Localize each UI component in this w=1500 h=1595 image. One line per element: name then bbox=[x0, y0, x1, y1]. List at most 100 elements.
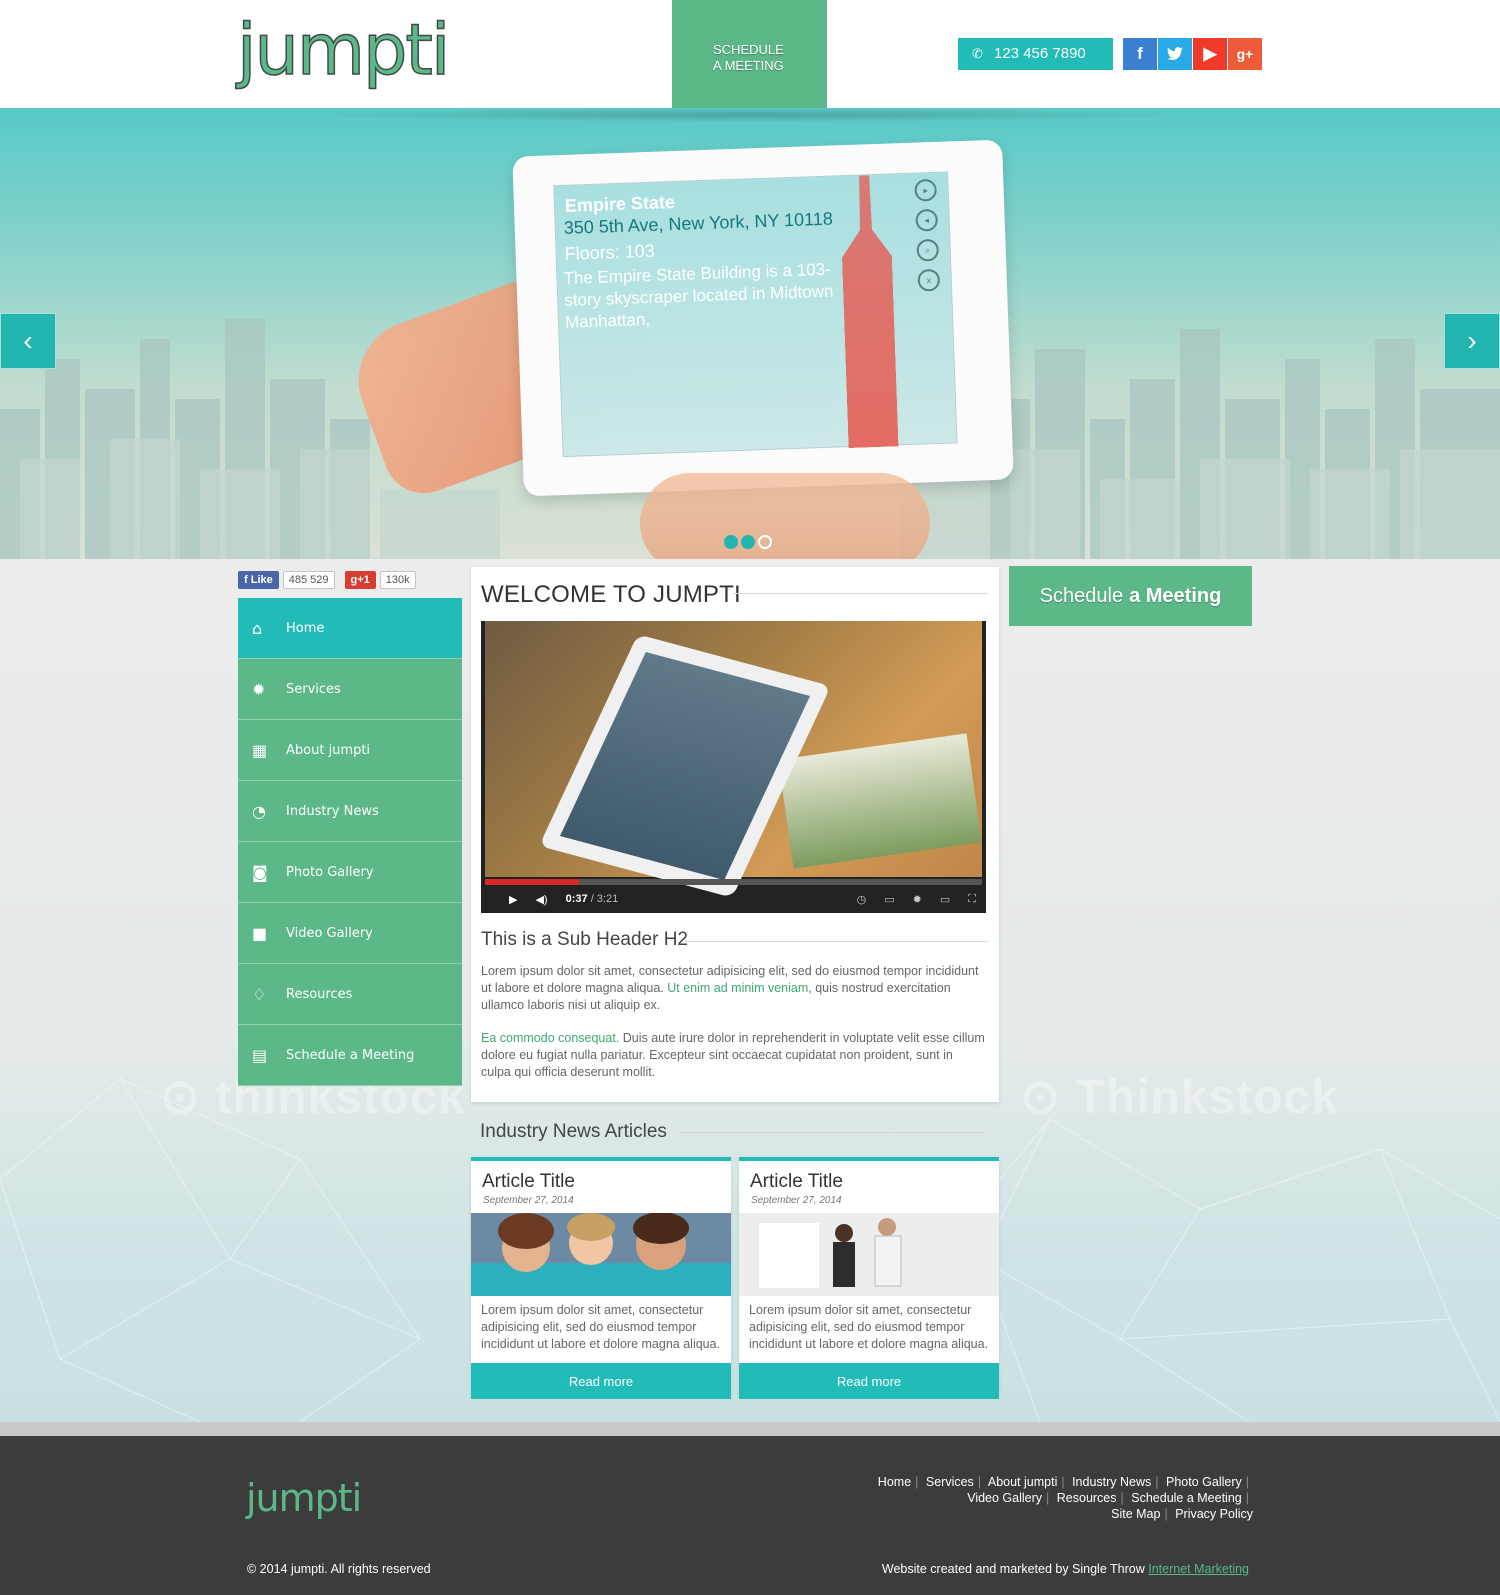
captions-icon[interactable]: ▭ bbox=[884, 893, 894, 906]
sidebar-item-label: Services bbox=[286, 681, 341, 697]
sidebar-item-label: Home bbox=[286, 620, 325, 636]
footer-link-industry-news[interactable]: Industry News bbox=[1072, 1475, 1151, 1489]
sidebar-item-home[interactable]: ⌂ Home bbox=[238, 598, 462, 659]
facebook-like-button[interactable]: f Like bbox=[238, 571, 279, 589]
read-more-button[interactable]: Read more bbox=[471, 1363, 731, 1399]
sidebar-item-about[interactable]: ▦ About jumpti bbox=[238, 720, 462, 781]
lightbulb-icon: ♢ bbox=[252, 984, 267, 1004]
separator: | bbox=[1046, 1491, 1050, 1505]
footer-link-about[interactable]: About jumpti bbox=[988, 1475, 1057, 1489]
article-image[interactable] bbox=[739, 1213, 999, 1296]
inline-link[interactable]: Ea commodo consequat. bbox=[481, 1031, 619, 1045]
hero-tablet-image: Empire State 350 5th Ave, New York, NY 1… bbox=[512, 139, 1014, 497]
footer-link-home[interactable]: Home bbox=[878, 1475, 911, 1489]
site-logo[interactable]: jumpti bbox=[236, 9, 451, 91]
slider-prev-button[interactable]: ‹ bbox=[0, 313, 56, 369]
cta-label-light: Schedule bbox=[1039, 584, 1124, 607]
facebook-like-count: 485 529 bbox=[282, 571, 335, 589]
video-controls: ▶ ◀) 0:37 / 3:21 ◷ ▭ ✹ ▭ ⛶ bbox=[481, 885, 986, 913]
clock-icon[interactable]: ◷ bbox=[857, 893, 867, 906]
paragraph-1: Lorem ipsum dolor sit amet, consectetur … bbox=[481, 963, 986, 1014]
separator: | bbox=[1061, 1475, 1065, 1489]
youtube-icon[interactable]: ▶ bbox=[1193, 38, 1227, 70]
footer-logo[interactable]: jumpti bbox=[246, 1476, 362, 1520]
phone-icon: ✆ bbox=[972, 46, 983, 61]
play-icon: ▸ bbox=[914, 178, 938, 202]
separator: | bbox=[1155, 1475, 1159, 1489]
footer-divider bbox=[0, 1422, 1500, 1436]
qrcode-icon: ▦ bbox=[252, 740, 268, 760]
schedule-line1: SCHEDULE bbox=[713, 42, 784, 57]
sidebar-item-resources[interactable]: ♢ Resources bbox=[238, 964, 462, 1025]
article-title[interactable]: Article Title bbox=[750, 1171, 843, 1193]
rss-icon: ◔ bbox=[252, 801, 266, 821]
gplus-label: +1 bbox=[357, 574, 370, 586]
googleplus-count: 130k bbox=[379, 571, 416, 589]
footer-link-privacy[interactable]: Privacy Policy bbox=[1175, 1507, 1253, 1521]
sub-header: This is a Sub Header H2 bbox=[481, 929, 688, 950]
main-content: WELCOME TO JUMPTI ▶ ◀) 0:37 / 3:21 ◷ ▭ ✹… bbox=[471, 567, 999, 1102]
screen-description: The Empire State Building is a 103-story… bbox=[563, 259, 834, 332]
copyright: © 2014 jumpti. All rights reserved bbox=[247, 1562, 431, 1576]
read-more-button[interactable]: Read more bbox=[739, 1363, 999, 1399]
screen-controls: ▸ ◂ ⌕ x bbox=[914, 178, 941, 292]
news-heading: Industry News Articles bbox=[480, 1121, 667, 1142]
footer-links-row: Video Gallery | Resources | Schedule a Mee… bbox=[853, 1490, 1253, 1506]
footer-link-schedule[interactable]: Schedule a Meeting bbox=[1131, 1491, 1242, 1505]
video-player[interactable]: ▶ ◀) 0:37 / 3:21 ◷ ▭ ✹ ▭ ⛶ bbox=[481, 621, 986, 913]
hand-image bbox=[640, 473, 930, 559]
social-links: f ▶ g+ bbox=[1123, 38, 1262, 70]
sidebar-item-industry-news[interactable]: ◔ Industry News bbox=[238, 781, 462, 842]
facebook-icon[interactable]: f bbox=[1123, 38, 1157, 70]
social-counters: f Like 485 529 g+1 130k bbox=[238, 571, 416, 589]
separator: | bbox=[1245, 1475, 1249, 1489]
cta-label-bold: a Meeting bbox=[1129, 584, 1222, 607]
video-right-controls: ◷ ▭ ✹ ▭ ⛶ bbox=[857, 893, 986, 906]
sidebar-item-label: Industry News bbox=[286, 803, 379, 819]
volume-icon[interactable]: ◀) bbox=[535, 893, 547, 906]
footer-link-photo-gallery[interactable]: Photo Gallery bbox=[1166, 1475, 1242, 1489]
sidebar-item-video-gallery[interactable]: ■ Video Gallery bbox=[238, 903, 462, 964]
footer-links: Home | Services | About jumpti | Industry N… bbox=[853, 1474, 1253, 1522]
footer-link-resources[interactable]: Resources bbox=[1057, 1491, 1117, 1505]
sidebar-item-services[interactable]: ✹ Services bbox=[238, 659, 462, 720]
footer-link-site-map[interactable]: Site Map bbox=[1111, 1507, 1160, 1521]
schedule-meeting-cta[interactable]: Schedule a Meeting bbox=[1009, 566, 1252, 626]
googleplus-one-button[interactable]: g+1 bbox=[344, 571, 376, 589]
sidebar-item-photo-gallery[interactable]: ◙ Photo Gallery bbox=[238, 842, 462, 903]
sidebar-item-label: Schedule a Meeting bbox=[286, 1047, 415, 1063]
video-time: 0:37 / 3:21 bbox=[566, 893, 619, 905]
home-icon: ⌂ bbox=[252, 618, 263, 638]
magazine-image bbox=[778, 733, 982, 869]
sidebar-item-label: Video Gallery bbox=[286, 925, 373, 941]
slider-dot[interactable] bbox=[758, 535, 772, 549]
sidebar-item-label: Photo Gallery bbox=[286, 864, 374, 880]
sidebar-item-schedule[interactable]: ▤ Schedule a Meeting bbox=[238, 1025, 462, 1086]
phone-button[interactable]: ✆ 123 456 7890 bbox=[958, 38, 1113, 70]
watermark: ⊙ Thinkstock bbox=[1020, 1071, 1339, 1124]
article-date: September 27, 2014 bbox=[483, 1195, 574, 1206]
article-image[interactable] bbox=[471, 1213, 731, 1296]
slider-dot[interactable] bbox=[741, 535, 755, 549]
slider-next-button[interactable]: › bbox=[1444, 313, 1500, 369]
settings-icon[interactable]: ✹ bbox=[913, 893, 922, 906]
video-camera-icon: ■ bbox=[252, 923, 268, 943]
fullscreen-icon[interactable]: ⛶ bbox=[968, 893, 976, 906]
video-frame bbox=[485, 621, 982, 898]
footer-link-services[interactable]: Services bbox=[926, 1475, 974, 1489]
ipad-image bbox=[539, 634, 831, 898]
credit-link[interactable]: Internet Marketing bbox=[1148, 1562, 1249, 1576]
tablet-screen: Empire State 350 5th Ave, New York, NY 1… bbox=[553, 171, 958, 458]
screen-floors: Floors: 103 bbox=[564, 240, 655, 264]
article-title[interactable]: Article Title bbox=[482, 1171, 575, 1193]
schedule-meeting-header-button[interactable]: SCHEDULE A MEETING bbox=[672, 0, 827, 108]
inline-link[interactable]: Ut enim ad minim veniam bbox=[667, 981, 808, 995]
slider-dot[interactable] bbox=[724, 535, 738, 549]
camera-icon: ◙ bbox=[252, 862, 268, 882]
twitter-icon[interactable] bbox=[1158, 38, 1192, 70]
googleplus-icon[interactable]: g+ bbox=[1228, 38, 1262, 70]
article-card: Article Title September 27, 2014 Lorem i… bbox=[471, 1157, 731, 1399]
theater-icon[interactable]: ▭ bbox=[940, 893, 950, 906]
play-icon[interactable]: ▶ bbox=[509, 893, 517, 906]
footer-link-video-gallery[interactable]: Video Gallery bbox=[967, 1491, 1042, 1505]
